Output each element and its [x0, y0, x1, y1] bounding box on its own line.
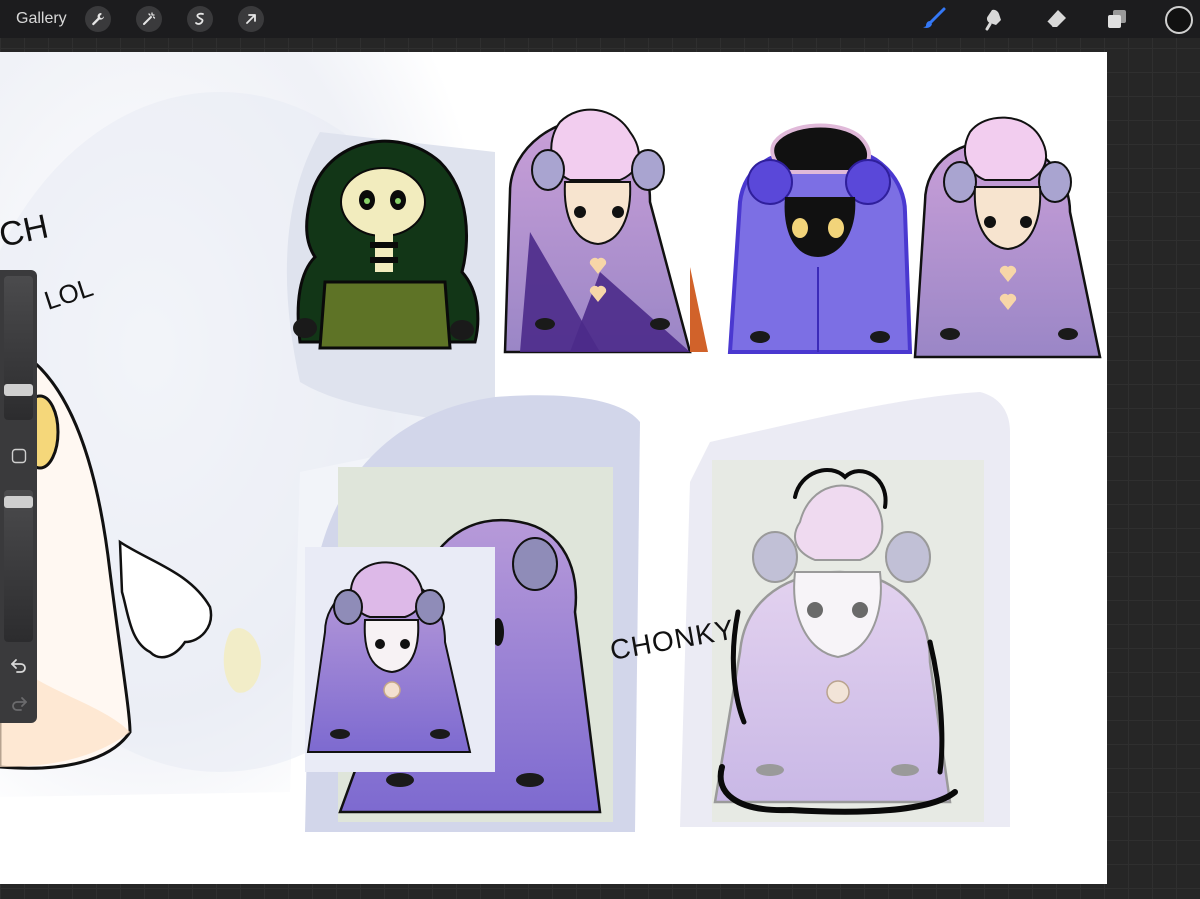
- magic-wand-icon[interactable]: [136, 6, 162, 32]
- redo-icon[interactable]: [0, 694, 37, 712]
- top-toolbar: Gallery: [0, 0, 1200, 38]
- undo-icon[interactable]: [0, 656, 37, 674]
- color-picker-button[interactable]: [1165, 6, 1193, 34]
- opacity-slider[interactable]: [4, 490, 33, 642]
- brush-icon[interactable]: [920, 5, 948, 33]
- wrench-icon[interactable]: [85, 6, 111, 32]
- layers-icon[interactable]: [1103, 5, 1131, 33]
- drawing-canvas[interactable]: CH LOL CHONKY: [0, 52, 1107, 884]
- eraser-icon[interactable]: [1042, 5, 1070, 33]
- opacity-thumb[interactable]: [4, 496, 33, 508]
- artwork: CH LOL CHONKY: [0, 52, 1102, 832]
- brush-size-thumb[interactable]: [4, 384, 33, 396]
- gallery-button[interactable]: Gallery: [16, 0, 67, 38]
- smudge-icon[interactable]: [981, 5, 1009, 33]
- transform-arrow-icon[interactable]: [238, 6, 264, 32]
- selection-icon[interactable]: [187, 6, 213, 32]
- brush-size-slider[interactable]: [4, 276, 33, 420]
- left-sidebar: [0, 270, 37, 723]
- modify-button[interactable]: [0, 448, 37, 464]
